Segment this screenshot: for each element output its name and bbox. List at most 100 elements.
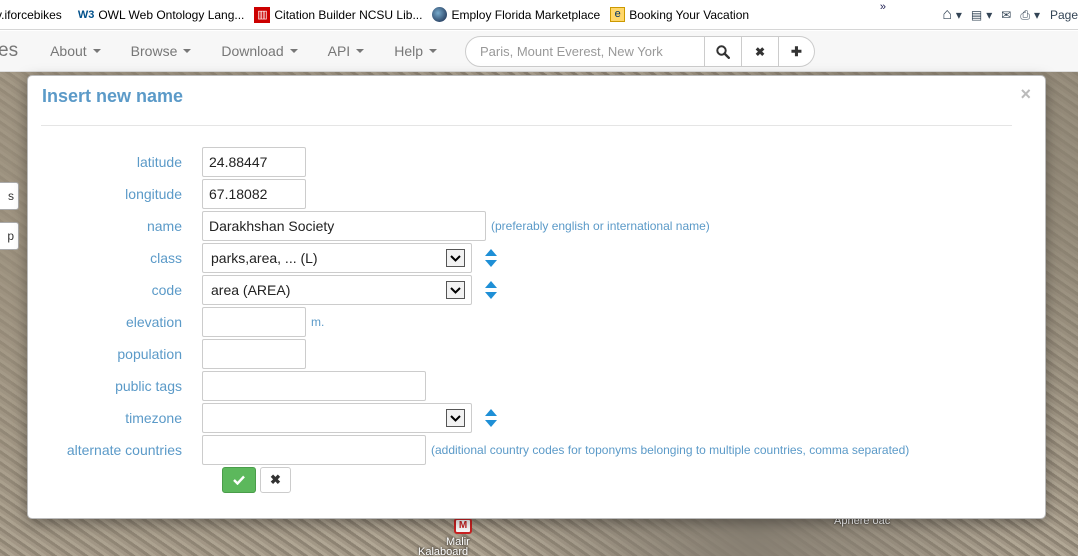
w3c-icon: W3 <box>77 8 95 21</box>
search-input[interactable] <box>465 36 705 67</box>
elevation-label: elevation <box>125 314 182 330</box>
favorites-bar: v.iforcebikes W3 OWL Web Ontology Lang..… <box>0 0 1078 30</box>
favorite-owl[interactable]: W3 OWL Web Ontology Lang... <box>72 8 245 22</box>
name-label: name <box>146 218 182 234</box>
home-icon[interactable]: ⌂ <box>942 6 952 24</box>
nav-label: Browse <box>130 43 178 59</box>
alternate-countries-label: alternate countries <box>66 442 182 458</box>
favorite-iforcebikes[interactable]: v.iforcebikes <box>0 8 62 22</box>
modal-title: Insert new name <box>42 86 184 106</box>
form-row-longitude: longitude <box>28 179 306 209</box>
timezone-select[interactable] <box>202 403 472 433</box>
nav-label: API <box>327 43 351 59</box>
mail-icon[interactable]: ✉ <box>1001 8 1011 22</box>
nav-about[interactable]: About <box>50 43 101 59</box>
ncsu-icon: ▥ <box>254 6 271 23</box>
favorite-booking[interactable]: e Booking Your Vacation <box>610 7 749 22</box>
globe-icon <box>432 7 448 22</box>
home-dropdown-icon[interactable]: ▾ <box>956 8 962 22</box>
latitude-label: latitude <box>136 154 182 170</box>
population-label: population <box>117 346 182 362</box>
cancel-button[interactable]: ✖ <box>260 467 291 493</box>
checkmark-icon <box>233 475 245 485</box>
sort-arrows-icon[interactable] <box>484 248 498 268</box>
caret-down-icon <box>183 49 192 53</box>
caret-down-icon <box>289 49 298 53</box>
timezone-label: timezone <box>125 410 182 426</box>
name-hint: (preferably english or international nam… <box>491 219 710 233</box>
feed-dropdown-icon[interactable]: ▾ <box>986 8 992 22</box>
feed-icon[interactable]: ▤ <box>971 8 982 22</box>
alternate-countries-hint: (additional country codes for toponyms b… <box>431 443 910 457</box>
caret-down-icon <box>429 49 437 53</box>
latitude-input[interactable] <box>202 147 306 177</box>
code-select[interactable]: area (AREA) <box>202 275 472 305</box>
class-label: class <box>150 250 182 266</box>
map-control-button[interactable]: p <box>0 222 19 250</box>
print-dropdown-icon[interactable]: ▾ <box>1034 8 1040 22</box>
print-icon[interactable]: ⎙ <box>1020 8 1030 23</box>
favorite-label: Employ Florida Marketplace <box>451 7 601 22</box>
form-row-code: code area (AREA) <box>28 275 498 305</box>
class-select-value: parks,area, ... (L) <box>211 250 318 266</box>
ie-page-icon: e <box>610 7 626 22</box>
insert-name-modal: Insert new name × latitude longitude nam… <box>27 75 1046 519</box>
form-row-elevation: elevation m. <box>28 307 324 337</box>
map-label: Kalaboard <box>418 546 469 558</box>
sort-arrows-icon[interactable] <box>484 280 498 300</box>
map-control-label: s <box>8 189 14 203</box>
longitude-input[interactable] <box>202 179 306 209</box>
favorite-label: Citation Builder NCSU Lib... <box>274 7 423 22</box>
search-button[interactable] <box>705 36 742 67</box>
longitude-label: longitude <box>125 186 182 202</box>
population-input[interactable] <box>202 339 306 369</box>
name-input[interactable] <box>202 211 486 241</box>
search-icon <box>716 44 730 59</box>
add-button[interactable]: ✚ <box>779 36 815 67</box>
caret-down-icon <box>356 49 365 53</box>
chevron-down-icon <box>446 409 465 427</box>
divider <box>41 125 1012 126</box>
close-icon: ✖ <box>754 44 766 59</box>
nav-api[interactable]: API <box>328 43 365 59</box>
close-icon: ✖ <box>270 472 281 487</box>
form-row-public-tags: public tags <box>28 371 426 401</box>
brand[interactable]: es <box>0 40 18 62</box>
elevation-input[interactable] <box>202 307 306 337</box>
form-row-name: name (preferably english or internationa… <box>28 211 710 241</box>
form-row-latitude: latitude <box>28 147 306 177</box>
clear-search-button[interactable]: ✖ <box>742 36 779 67</box>
caret-down-icon <box>92 49 101 53</box>
page-menu[interactable]: Page <box>1050 8 1078 22</box>
public-tags-input[interactable] <box>202 371 426 401</box>
form-row-class: class parks,area, ... (L) <box>28 243 498 273</box>
favorite-citation-builder[interactable]: ▥ Citation Builder NCSU Lib... <box>254 6 423 23</box>
class-select[interactable]: parks,area, ... (L) <box>202 243 472 273</box>
elevation-unit: m. <box>311 315 325 329</box>
map-pin-icon[interactable]: M <box>454 518 472 534</box>
nav-label: About <box>50 43 87 59</box>
chevron-down-icon <box>446 249 465 267</box>
nav-label: Download <box>221 43 284 59</box>
public-tags-label: public tags <box>115 378 182 394</box>
nav-download[interactable]: Download <box>221 43 298 59</box>
map-control-label: p <box>7 229 14 243</box>
code-label: code <box>151 282 182 298</box>
alternate-countries-input[interactable] <box>202 435 426 465</box>
plus-icon: ✚ <box>791 43 802 59</box>
favorite-employ-florida[interactable]: Employ Florida Marketplace <box>432 7 600 22</box>
form-row-timezone: timezone <box>28 403 498 433</box>
nav-help[interactable]: Help <box>394 43 437 59</box>
favorite-label: v.iforcebikes <box>0 7 62 22</box>
close-icon[interactable]: × <box>1020 84 1031 105</box>
nav-browse[interactable]: Browse <box>131 43 192 59</box>
site-navbar: es About Browse Download API Help ✖ ✚ <box>0 31 1078 72</box>
favorite-label: OWL Web Ontology Lang... <box>98 7 245 22</box>
map-control-button[interactable]: s <box>0 182 19 210</box>
save-button[interactable] <box>222 467 256 493</box>
code-select-value: area (AREA) <box>211 282 291 298</box>
chevron-down-icon <box>446 281 465 299</box>
more-favorites-icon[interactable]: » <box>880 1 886 13</box>
form-row-population: population <box>28 339 306 369</box>
sort-arrows-icon[interactable] <box>484 408 498 428</box>
